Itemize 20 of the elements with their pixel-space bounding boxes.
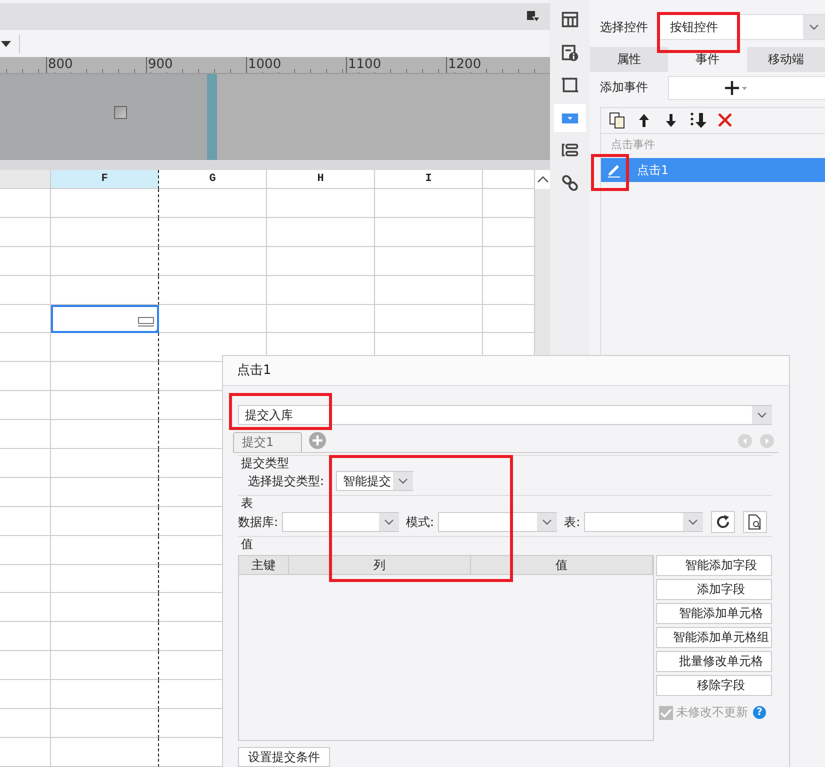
ruler-label: 1000	[248, 57, 282, 72]
field-label: 数据库:	[238, 514, 278, 530]
field-label: 添加事件	[600, 79, 648, 96]
column-header: 值	[471, 556, 653, 574]
ruler-label: 1200	[448, 57, 482, 72]
column-header: 列	[289, 556, 471, 574]
dialog-title: 点击1	[223, 356, 789, 386]
group-label: 点击事件	[610, 137, 656, 153]
field-label: 表:	[564, 514, 580, 530]
field-label: 模式:	[406, 514, 434, 530]
section-heading: 提交类型	[241, 456, 289, 470]
section-heading: 表	[241, 496, 253, 510]
checkbox-label: 未修改不更新	[676, 704, 748, 722]
ruler-label: 800	[48, 57, 73, 72]
ruler-label: 900	[148, 57, 173, 72]
field-label: 选择提交类型:	[248, 472, 324, 490]
ruler-label: 1100	[348, 57, 382, 72]
field-label: 选择控件	[600, 18, 648, 36]
column-header: 主键	[239, 556, 289, 574]
section-heading: 值	[241, 537, 253, 551]
